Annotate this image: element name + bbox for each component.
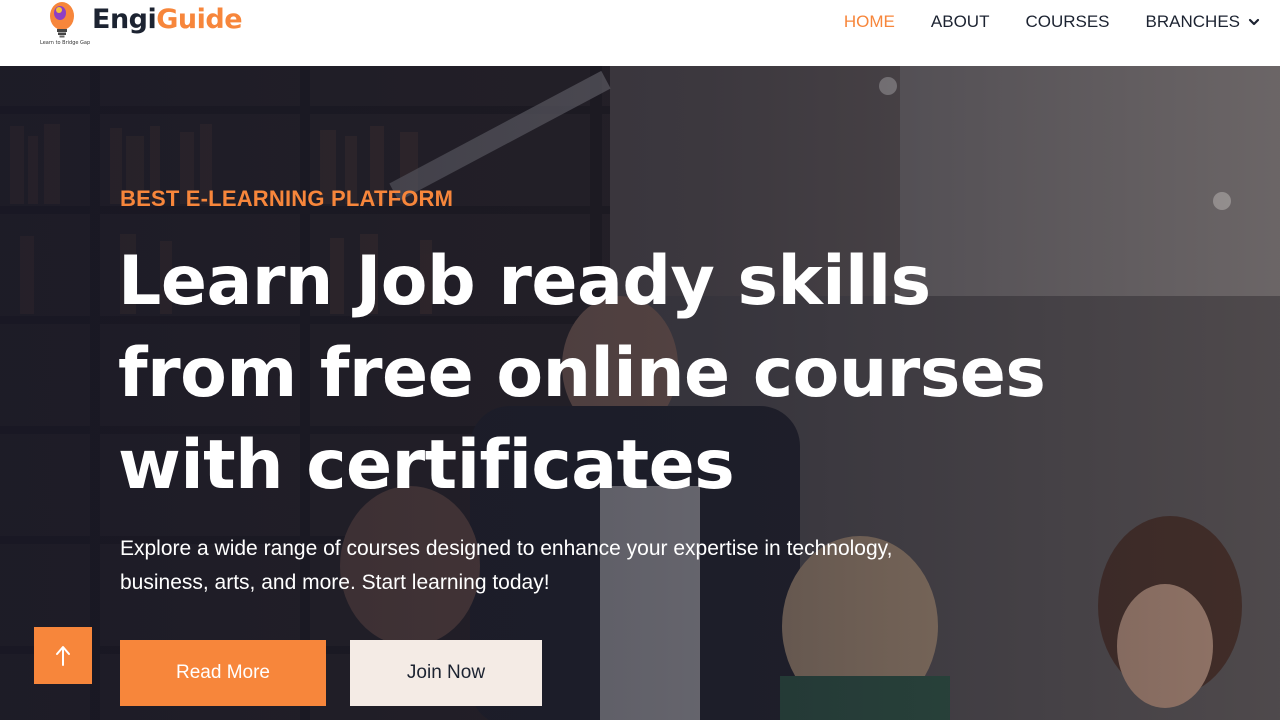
read-more-button[interactable]: Read More [120, 640, 326, 706]
nav-courses[interactable]: COURSES [1025, 12, 1109, 32]
hero-headline-line: from free online courses [118, 334, 1046, 413]
hero-description-line: business, arts, and more. Start learning… [120, 571, 550, 594]
brand-name: EngiGuide [92, 4, 243, 35]
brand-name-part1: Engi [92, 4, 157, 35]
join-now-button[interactable]: Join Now [350, 640, 542, 706]
site-header: Learn to Bridge Gap EngiGuide HOME ABOUT… [0, 0, 1280, 66]
hero-description-line: Explore a wide range of courses designed… [120, 537, 893, 560]
nav-home[interactable]: HOME [844, 12, 895, 32]
arrow-up-icon [56, 645, 70, 666]
main-nav: HOME ABOUT COURSES BRANCHES [808, 10, 1260, 34]
hero-eyebrow: BEST E-LEARNING PLATFORM [120, 186, 454, 211]
hero-section: BEST E-LEARNING PLATFORM Learn Job ready… [0, 66, 1280, 720]
nav-about[interactable]: ABOUT [931, 12, 990, 32]
hero-headline-line: with certificates [118, 426, 735, 505]
brand-name-part2: Guide [156, 4, 243, 35]
back-to-top-button[interactable] [34, 627, 92, 684]
nav-branches[interactable]: BRANCHES [1146, 12, 1260, 32]
hero-description: Explore a wide range of courses designed… [120, 532, 1020, 600]
chevron-down-icon [1248, 18, 1260, 26]
hero-headline-line: Learn Job ready skills [118, 242, 931, 321]
hero-headline: Learn Job ready skills from free online … [118, 236, 1078, 512]
nav-branches-label: BRANCHES [1145, 12, 1240, 31]
brand-tagline: Learn to Bridge Gap [40, 40, 91, 46]
